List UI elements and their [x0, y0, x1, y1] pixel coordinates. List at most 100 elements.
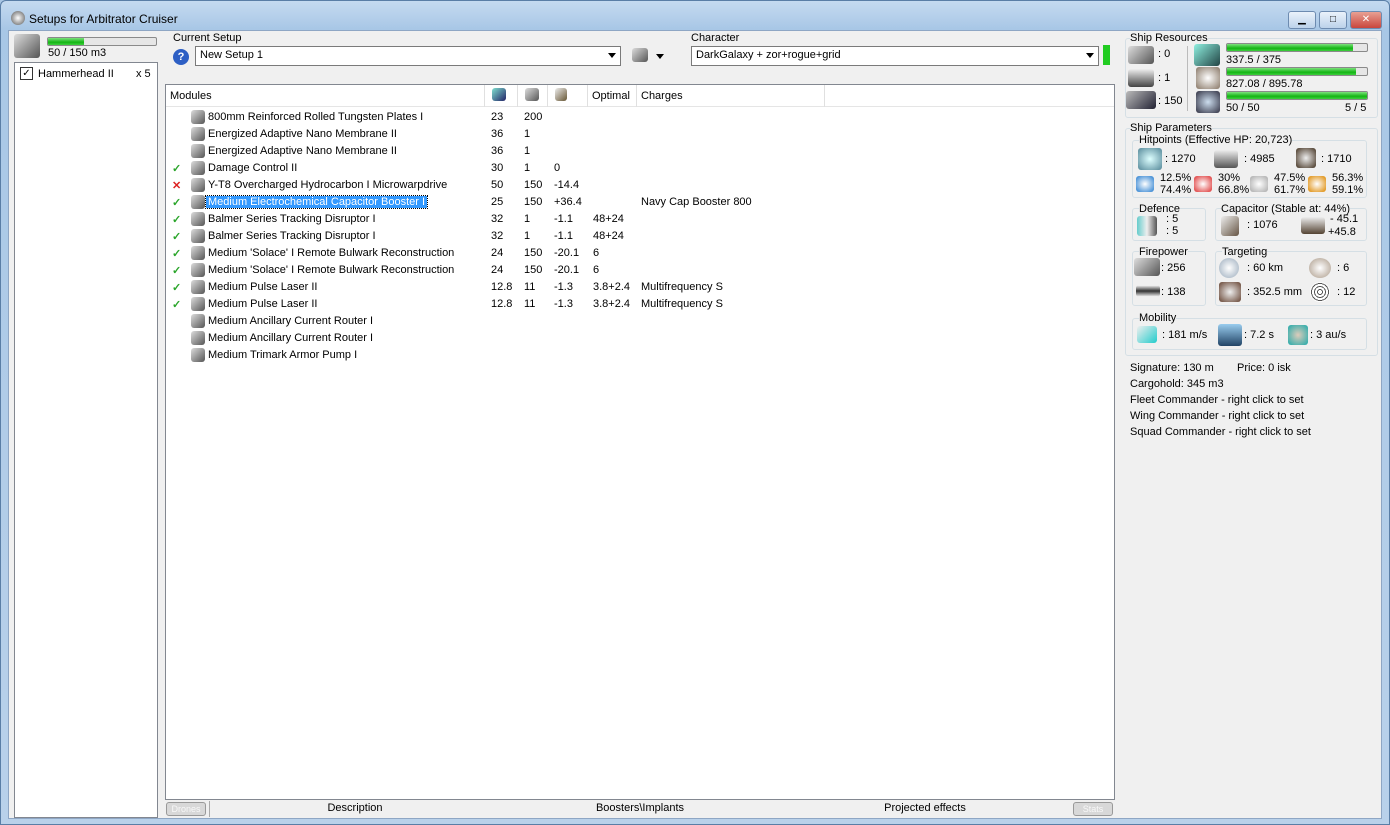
module-name: Medium Ancillary Current Router I: [208, 332, 374, 344]
capacitor-amount: : 1076: [1247, 219, 1278, 231]
module-name: 800mm Reinforced Rolled Tungsten Plates …: [208, 111, 424, 123]
drones-tab-button[interactable]: Drones: [166, 802, 206, 816]
module-row[interactable]: ✓ Damage Control II 30 1 0: [166, 160, 1106, 177]
cpu-icon: [492, 88, 506, 101]
module-capacitor: -1.1: [554, 213, 573, 225]
module-row[interactable]: ✓ Medium Pulse Laser II 12.8 11 -1.3 3.8+2.4 M…: [166, 296, 1106, 313]
close-button[interactable]: ✕: [1350, 11, 1382, 29]
fleet-commander[interactable]: Fleet Commander - right click to set: [1130, 394, 1304, 406]
rig-icon: [191, 314, 205, 328]
module-row[interactable]: Medium Trimark Armor Pump I: [166, 347, 1106, 364]
powergrid-bar: [1226, 67, 1368, 76]
module-row[interactable]: ✓ Medium 'Solace' I Remote Bulwark Recons…: [166, 245, 1106, 262]
module-online-icon[interactable]: ✓: [172, 281, 181, 294]
wing-commander[interactable]: Wing Commander - right click to set: [1130, 410, 1304, 422]
module-online-icon[interactable]: ✓: [172, 213, 181, 226]
module-cpu: 50: [491, 179, 504, 191]
column-modules[interactable]: Modules: [166, 85, 485, 107]
module-offline-icon[interactable]: ✕: [172, 179, 181, 192]
drone-checkbox[interactable]: ✓: [20, 67, 33, 80]
modules-table[interactable]: Modules Optimal Charges 800mm Reinforced…: [165, 84, 1115, 800]
stats-tab-button[interactable]: Stats: [1073, 802, 1113, 816]
module-row[interactable]: Energized Adaptive Nano Membrane II 36 1: [166, 126, 1106, 143]
targeting-range: : 60 km: [1247, 262, 1284, 274]
powergrid-usage: 827.08 / 895.78: [1226, 78, 1303, 90]
module-row[interactable]: ✓ Medium Electrochemical Capacitor Booste…: [166, 194, 1106, 211]
ship-menu-button[interactable]: [632, 48, 666, 64]
drone-list[interactable]: ✓ Hammerhead II x 5: [14, 62, 158, 818]
module-online-icon[interactable]: ✓: [172, 247, 181, 260]
chevron-down-icon: [656, 54, 664, 59]
module-optimal: 48+24: [593, 213, 624, 225]
module-name: Medium Pulse Laser II: [208, 281, 318, 293]
capacitor-use: - 45.1: [1330, 213, 1359, 225]
resist-armor-value: 74.4%: [1160, 184, 1192, 196]
volley: : 138: [1161, 286, 1186, 298]
cargohold: Cargohold: 345 m3: [1130, 378, 1224, 390]
module-online-icon[interactable]: ✓: [172, 298, 181, 311]
module-row[interactable]: Energized Adaptive Nano Membrane II 36 1: [166, 143, 1106, 160]
module-online-icon[interactable]: ✓: [172, 196, 181, 209]
module-row[interactable]: ✓ Balmer Series Tracking Disruptor I 32 1 -1…: [166, 211, 1106, 228]
cpu-usage: 337.5 / 375: [1226, 54, 1282, 66]
squad-commander[interactable]: Squad Commander - right click to set: [1130, 426, 1311, 438]
module-capacitor: 0: [554, 162, 561, 174]
tab-projected-effects[interactable]: Projected effects: [860, 800, 990, 817]
volley-icon: [1136, 285, 1160, 297]
max-targets: : 6: [1337, 262, 1350, 274]
remote-repair-icon: [191, 263, 205, 277]
signature-radius: Signature: 130 m: [1130, 362, 1214, 374]
column-charges[interactable]: Charges: [637, 85, 825, 107]
module-cpu: 12.8: [491, 281, 513, 293]
ship-parameters-title: Ship Parameters: [1130, 122, 1212, 134]
module-row[interactable]: ✓ Balmer Series Tracking Disruptor I 32 1 -1…: [166, 228, 1106, 245]
module-powergrid: 11: [524, 298, 536, 310]
tab-description[interactable]: Description: [300, 800, 410, 817]
drone-name: Hammerhead II: [38, 68, 114, 80]
armor-hp: : 4985: [1244, 153, 1275, 165]
module-online-icon[interactable]: ✓: [172, 264, 181, 277]
turret-icon: [1128, 46, 1154, 64]
module-powergrid: 150: [524, 196, 543, 208]
character-select[interactable]: DarkGalaxy + zor+rogue+grid: [691, 46, 1099, 66]
module-powergrid: 150: [524, 264, 543, 276]
cap-booster-icon: [191, 195, 205, 209]
capacitor-icon: [555, 88, 567, 101]
damage-control-icon: [191, 161, 205, 175]
align-time-icon: [1218, 324, 1242, 346]
resist-shield-value: 30%: [1218, 172, 1241, 184]
launcher-slots: : 1: [1158, 72, 1171, 84]
module-cpu: 12.8: [491, 298, 513, 310]
module-row[interactable]: Medium Ancillary Current Router I: [166, 330, 1106, 347]
module-online-icon[interactable]: ✓: [172, 162, 181, 175]
kinetic-resist-icon: [1250, 176, 1268, 192]
module-online-icon[interactable]: ✓: [172, 230, 181, 243]
module-row[interactable]: 800mm Reinforced Rolled Tungsten Plates …: [166, 109, 1106, 126]
membrane-icon: [191, 127, 205, 141]
column-powergrid[interactable]: [518, 85, 548, 107]
drone-bandwidth-icon: [1196, 91, 1220, 113]
help-icon[interactable]: ?: [173, 49, 189, 65]
resist-armor-value: 61.7%: [1274, 184, 1306, 196]
minimize-button[interactable]: ▁: [1288, 11, 1316, 29]
module-name: Balmer Series Tracking Disruptor I: [208, 213, 376, 225]
maximize-button[interactable]: □: [1319, 11, 1347, 29]
column-optimal[interactable]: Optimal: [588, 85, 637, 107]
module-charges: Multifrequency S: [641, 298, 723, 310]
module-row[interactable]: Medium Ancillary Current Router I: [166, 313, 1106, 330]
column-cpu[interactable]: [485, 85, 518, 107]
setup-select[interactable]: New Setup 1: [195, 46, 621, 66]
tab-boosters-implants[interactable]: Boosters\Implants: [570, 800, 710, 817]
column-capacitor[interactable]: [548, 85, 588, 107]
defence-icon: [1137, 216, 1157, 236]
module-powergrid: 1: [524, 230, 531, 242]
module-row[interactable]: ✓ Medium Pulse Laser II 12.8 11 -1.3 3.8+2.4 M…: [166, 279, 1106, 296]
module-powergrid: 1: [524, 213, 531, 225]
module-optimal: 48+24: [593, 230, 624, 242]
module-capacitor: -20.1: [554, 247, 580, 259]
module-row[interactable]: ✓ Medium 'Solace' I Remote Bulwark Recons…: [166, 262, 1106, 279]
structure-icon: [1296, 148, 1316, 168]
module-row[interactable]: ✕ Y-T8 Overcharged Hydrocarbon I Microwar…: [166, 177, 1106, 194]
sensor-strength: : 12: [1337, 286, 1356, 298]
align-time: : 7.2 s: [1244, 329, 1274, 341]
